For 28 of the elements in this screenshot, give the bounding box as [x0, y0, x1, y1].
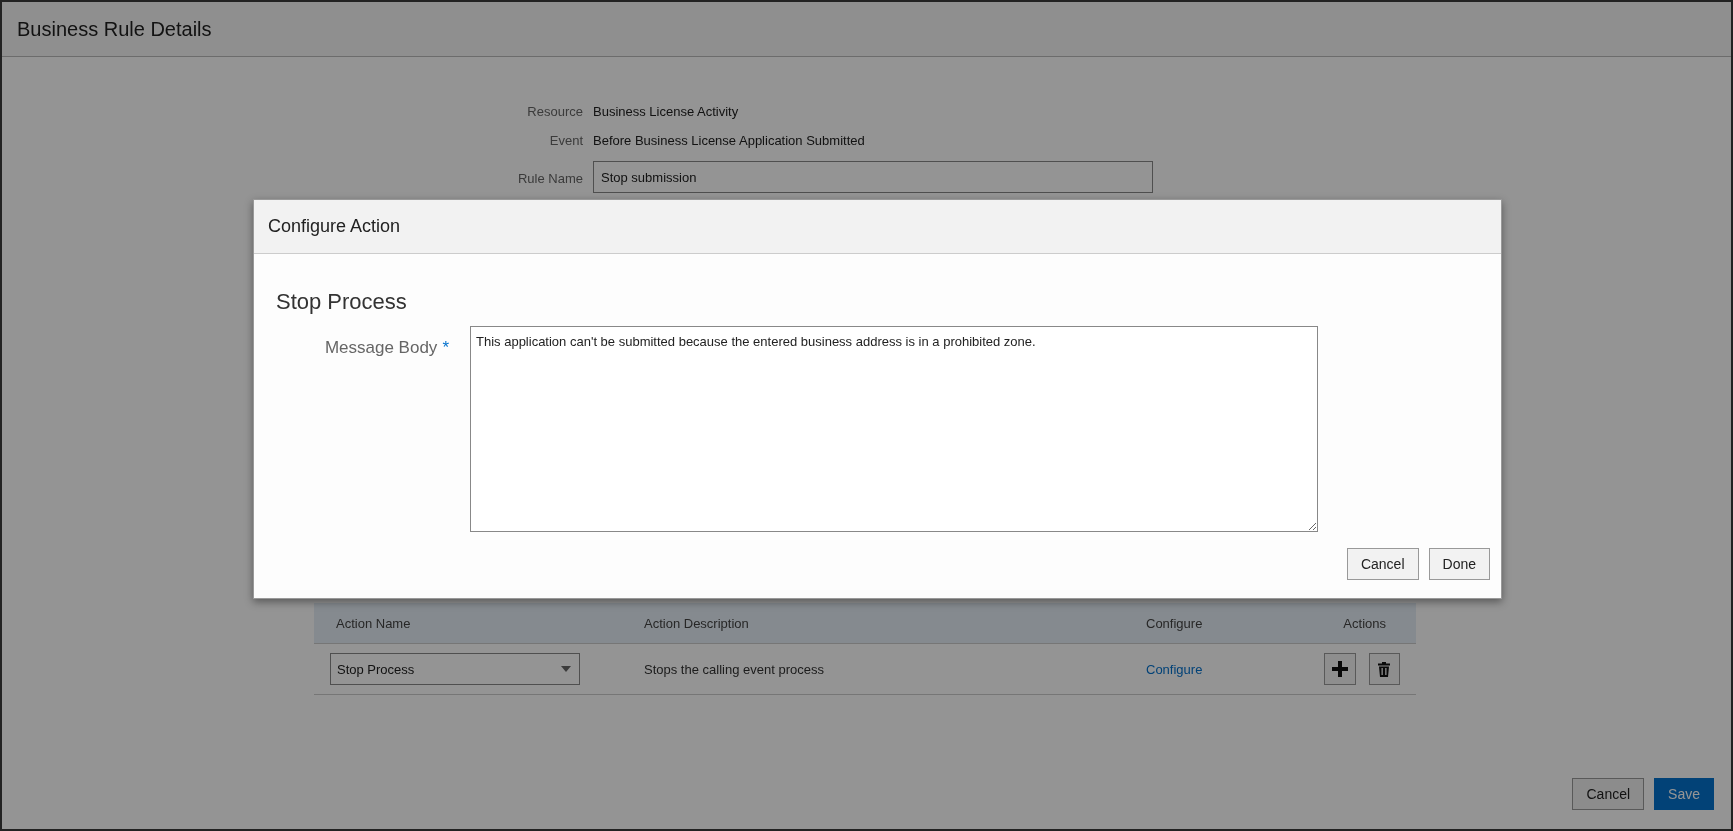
required-mark: * [442, 338, 449, 359]
field-label: Message Body [324, 338, 438, 359]
plus-icon [1331, 661, 1348, 677]
dialog-button[interactable]: Done [1428, 548, 1490, 580]
section-heading: Stop Process [276, 289, 408, 315]
page-title: Business Rule Details [17, 17, 212, 41]
caret-icon [561, 666, 571, 672]
column-header: Actions [1342, 615, 1387, 631]
dialog-button[interactable]: Cancel [1346, 548, 1419, 580]
configure-link[interactable]: Configure [1146, 661, 1203, 677]
rule-name-field[interactable]: Stop submission [593, 161, 1153, 193]
field-value: Before Business License Application Submitted [593, 132, 866, 150]
secondary-button[interactable]: Cancel [1572, 778, 1645, 810]
table-cell-text: Stops the calling event process [643, 661, 825, 677]
dialog-title: Configure Action [268, 216, 401, 237]
trash-icon [1378, 661, 1391, 677]
field-value: Business License Activity [593, 103, 740, 121]
add-button[interactable] [1324, 653, 1356, 685]
field-label: Rule Name [517, 170, 583, 188]
column-header: Action Name [335, 615, 412, 631]
column-header: Configure [1145, 615, 1204, 631]
primary-button[interactable]: Save [1654, 778, 1714, 810]
delete-button[interactable] [1368, 653, 1400, 685]
field-label: Event [549, 132, 583, 150]
column-header: Action Description [643, 615, 750, 631]
field-label: Resource [527, 103, 583, 121]
action-dropdown[interactable]: Stop Process [330, 653, 580, 685]
message-body-field[interactable]: This application can't be submitted because the entered business address is in a prohibited zone. [470, 326, 1318, 532]
